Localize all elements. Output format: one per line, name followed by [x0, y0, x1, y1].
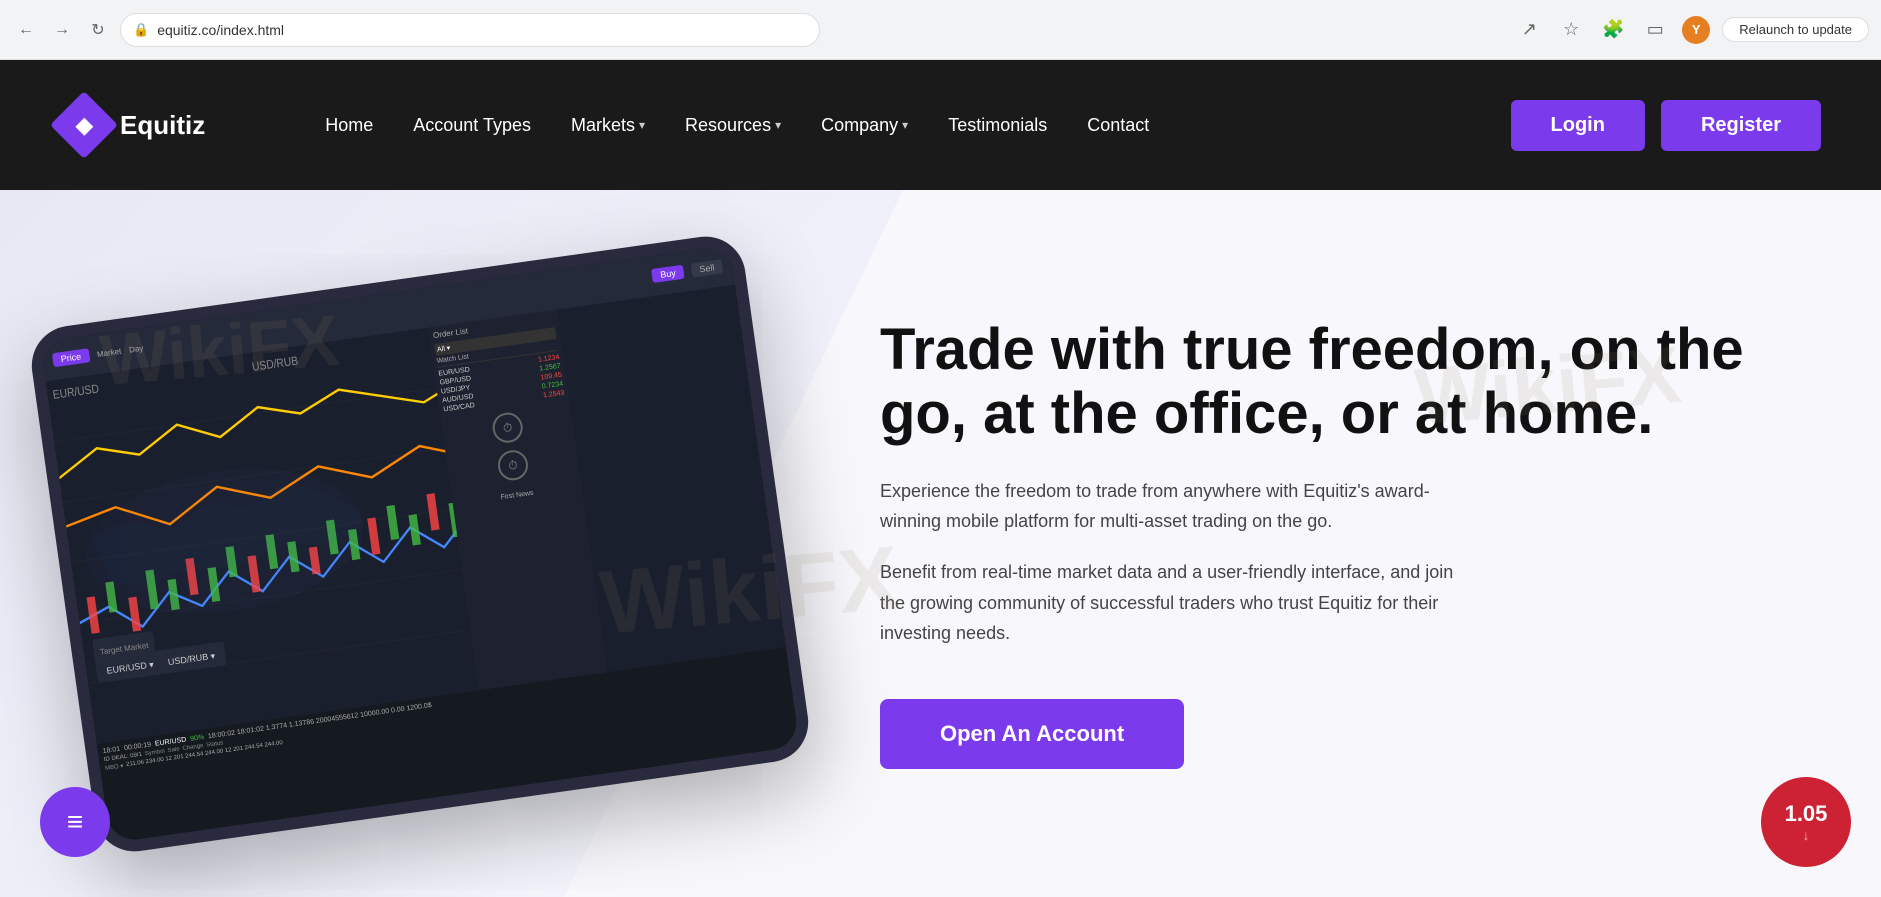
nav-actions: Login Register	[1511, 100, 1821, 151]
change-label: Change	[182, 743, 204, 752]
forward-button[interactable]: →	[48, 16, 76, 44]
hero-title: Trade with true freedom, on the go, at t…	[880, 318, 1801, 446]
lock-icon: 🔒	[133, 22, 149, 38]
chat-icon: ≡	[67, 806, 83, 838]
company-chevron-icon: ▾	[902, 118, 908, 132]
ts-market-label: Market	[96, 346, 121, 358]
ticker-time: 18:01	[102, 745, 120, 754]
ts-day-label: Day	[128, 343, 143, 354]
back-button[interactable]: ←	[12, 16, 40, 44]
nav-links: Home Account Types Markets ▾ Resources ▾…	[325, 115, 1149, 136]
sale-label: Sale	[167, 746, 180, 754]
nav-item-home[interactable]: Home	[325, 115, 373, 136]
avatar[interactable]: Y	[1682, 16, 1710, 44]
ts-tab-price: Price	[52, 348, 90, 367]
nav-item-markets[interactable]: Markets ▾	[571, 115, 645, 136]
clock-2: ⏱	[496, 448, 530, 482]
url-text: equitiz.co/index.html	[157, 22, 284, 38]
relaunch-button[interactable]: Relaunch to update	[1722, 17, 1869, 42]
nav-item-account-types[interactable]: Account Types	[413, 115, 531, 136]
svg-text:USD/RUB: USD/RUB	[251, 354, 299, 373]
chat-bubble[interactable]: ≡	[40, 787, 110, 857]
ts-sell-btn[interactable]: Sell	[691, 259, 724, 277]
hero-content: Trade with true freedom, on the go, at t…	[840, 258, 1881, 829]
nav-link-resources[interactable]: Resources ▾	[685, 115, 781, 136]
tablet-icon[interactable]: ▭	[1640, 15, 1670, 45]
logo-diamond: ◆	[50, 91, 118, 159]
trading-screen: Price Market Day Buy Sell	[40, 245, 800, 843]
clock-1: ⏱	[491, 410, 525, 444]
address-bar[interactable]: 🔒 equitiz.co/index.html	[120, 13, 820, 47]
browser-chrome: ← → ↻ 🔒 equitiz.co/index.html ↗ ☆ 🧩 ▭ Y …	[0, 0, 1881, 60]
nav-item-resources[interactable]: Resources ▾	[685, 115, 781, 136]
hero-tablet: Price Market Day Buy Sell	[40, 279, 840, 809]
price-ticker: 1.05 ↓	[1761, 777, 1851, 867]
ts-buy-btn[interactable]: Buy	[651, 264, 684, 282]
open-account-button[interactable]: Open An Account	[880, 699, 1184, 769]
nav-link-company[interactable]: Company ▾	[821, 115, 908, 136]
tablet-frame: Price Market Day Buy Sell	[27, 231, 814, 856]
refresh-button[interactable]: ↻	[84, 16, 112, 44]
nav-link-contact[interactable]: Contact	[1087, 115, 1149, 136]
browser-actions: ↗ ☆ 🧩 ▭ Y Relaunch to update	[1514, 15, 1869, 45]
price-ticker-arrow: ↓	[1785, 827, 1828, 843]
markets-chevron-icon: ▾	[639, 118, 645, 132]
logo-text: Equitiz	[120, 110, 205, 141]
nav-item-contact[interactable]: Contact	[1087, 115, 1149, 136]
clock-area: ⏱ ⏱ First News	[445, 404, 578, 507]
logo-link[interactable]: ◆ Equitiz	[60, 101, 205, 149]
share-icon[interactable]: ↗	[1514, 15, 1544, 45]
hero-desc1: Experience the freedom to trade from any…	[880, 476, 1480, 537]
nav-item-company[interactable]: Company ▾	[821, 115, 908, 136]
tablet-screen: Price Market Day Buy Sell	[40, 245, 800, 843]
star-icon[interactable]: ☆	[1556, 15, 1586, 45]
login-button[interactable]: Login	[1511, 100, 1645, 151]
resources-chevron-icon: ▾	[775, 118, 781, 132]
extensions-icon[interactable]: 🧩	[1598, 15, 1628, 45]
nav-item-testimonials[interactable]: Testimonials	[948, 115, 1047, 136]
symbol-label: Symbol	[145, 748, 166, 757]
hero-section: WikiFX WikiFX WikiFX Price Market Day Bu…	[0, 190, 1881, 897]
navbar: ◆ Equitiz Home Account Types Markets ▾ R…	[0, 60, 1881, 190]
status-label: Status	[206, 740, 224, 748]
register-button[interactable]: Register	[1661, 100, 1821, 151]
hero-desc2: Benefit from real-time market data and a…	[880, 557, 1480, 649]
svg-text:EUR/USD: EUR/USD	[52, 382, 100, 401]
nav-link-testimonials[interactable]: Testimonials	[948, 115, 1047, 136]
nav-link-markets[interactable]: Markets ▾	[571, 115, 645, 136]
position-mbo: MBO ▾	[105, 762, 124, 771]
price-ticker-inner: 1.05 ↓	[1785, 801, 1828, 843]
logo-diamond-icon: ◆	[76, 112, 93, 138]
first-news-label: First News	[500, 489, 534, 501]
nav-link-home[interactable]: Home	[325, 115, 373, 136]
ticker-percent: 90%	[190, 733, 205, 742]
ts-main-chart: EUR/USD USD/RUB Maret Depth Order List A…	[46, 309, 608, 743]
nav-link-account-types[interactable]: Account Types	[413, 115, 531, 136]
price-ticker-value: 1.05	[1785, 801, 1828, 827]
